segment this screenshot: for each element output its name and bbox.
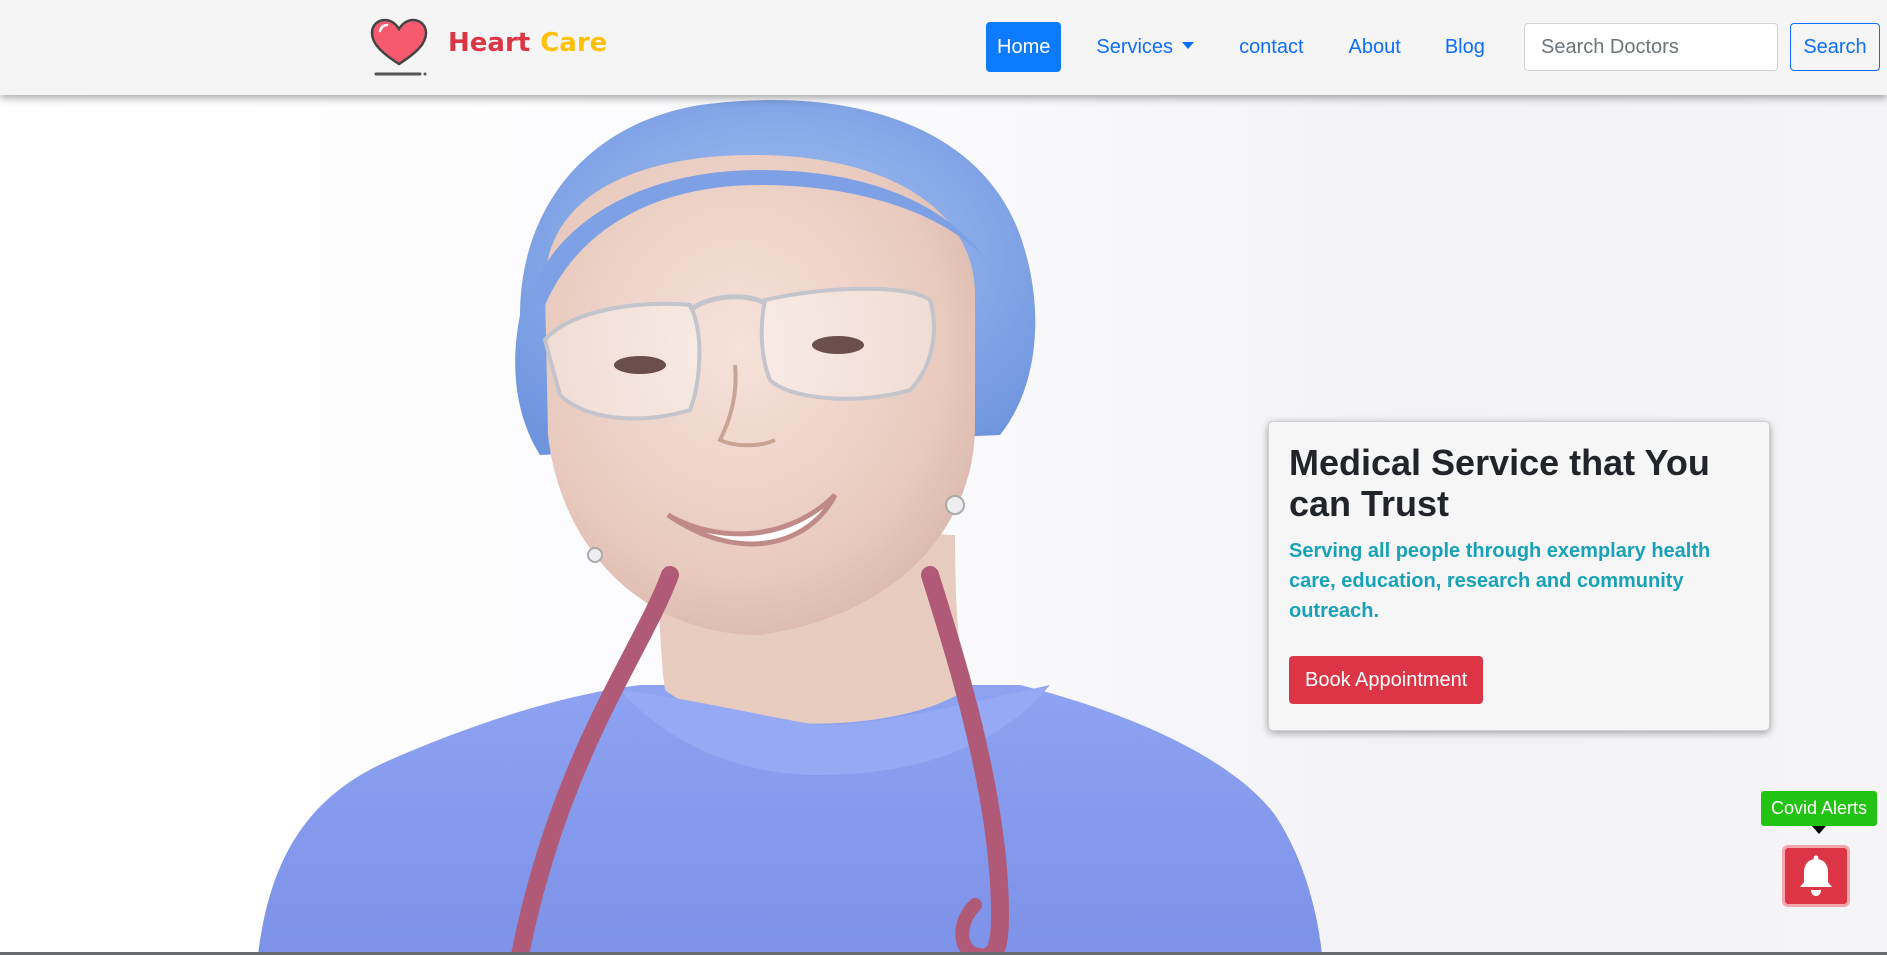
hero-title: Medical Service that You can Trust (1289, 442, 1710, 524)
brand-name: Heart Care (448, 28, 607, 58)
heart-icon (370, 18, 428, 76)
nav-home[interactable]: Home (986, 22, 1062, 72)
hero-subtitle: Serving all people through exemplary hea… (1289, 540, 1711, 622)
book-appointment-button[interactable]: Book Appointment (1289, 656, 1484, 704)
brand-name-heart: Heart (448, 28, 531, 58)
brand-name-care: Care (540, 28, 608, 58)
nav-blog[interactable]: Blog (1433, 22, 1497, 72)
nav-services-label: Services (1096, 36, 1174, 58)
covid-alerts-tooltip: Covid Alerts (1761, 791, 1878, 834)
nav-services-dropdown[interactable]: Services (1084, 22, 1206, 72)
search-button[interactable]: Search (1790, 23, 1880, 71)
brand-link[interactable]: Heart Care (368, 18, 607, 80)
caret-down-icon (1182, 42, 1195, 50)
covid-alerts-button[interactable] (1782, 845, 1850, 907)
navbar: Heart Care Home Services contact About Bl… (0, 0, 1887, 95)
search-doctors-input[interactable] (1524, 23, 1778, 71)
nav-contact[interactable]: contact (1227, 22, 1315, 72)
hero-section: Medical Service that You can Trust Servi… (0, 95, 1887, 955)
nav-about[interactable]: About (1337, 22, 1413, 72)
hero-card: Medical Service that You can Trust Servi… (1268, 421, 1770, 731)
bell-icon (1800, 855, 1832, 896)
main-nav: Home Services contact About Blog (986, 22, 1497, 72)
